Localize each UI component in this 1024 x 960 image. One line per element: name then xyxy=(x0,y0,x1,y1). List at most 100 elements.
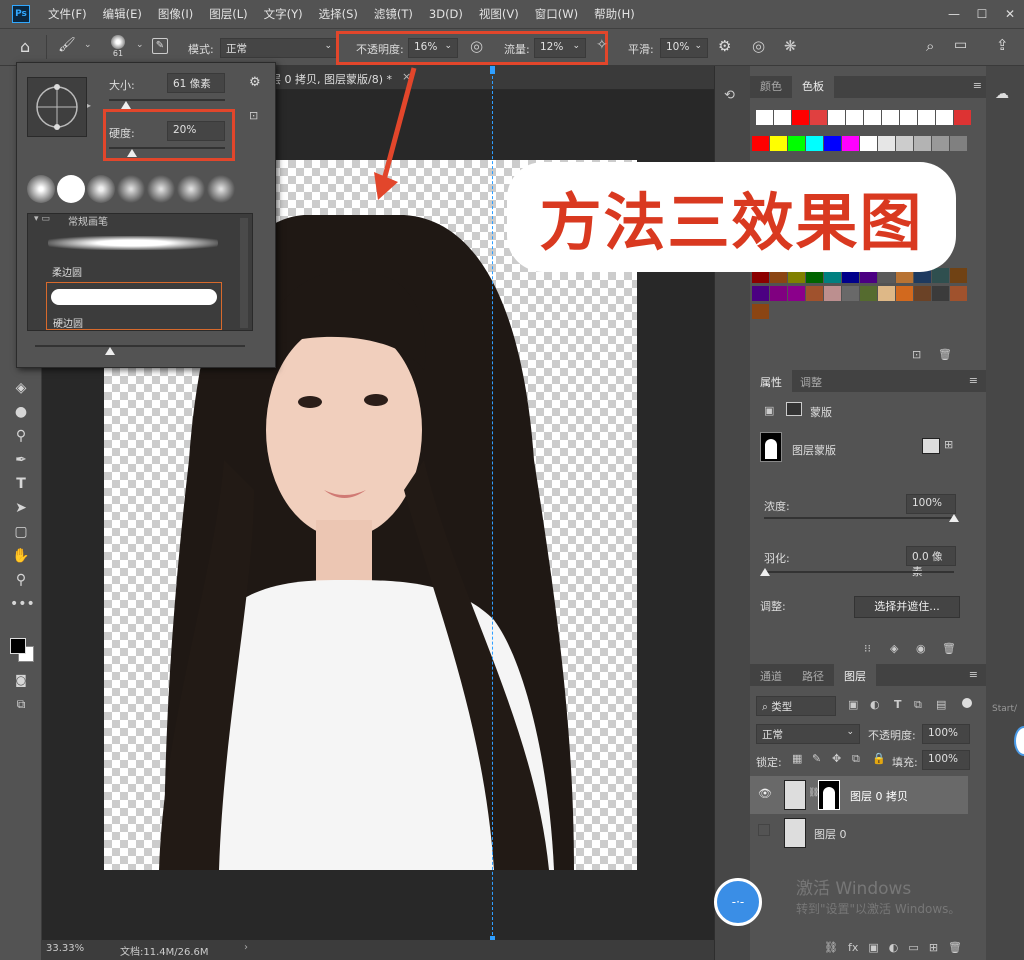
menu-layer[interactable]: 图层(L) xyxy=(201,6,255,22)
layer-filter-select[interactable]: ⌕ 类型 xyxy=(756,696,836,716)
color-swatch[interactable] xyxy=(860,136,877,151)
brush-list-scrollbar[interactable] xyxy=(240,218,248,328)
flow-field[interactable]: 12% ⌄ xyxy=(534,38,586,58)
menu-help[interactable]: 帮助(H) xyxy=(586,6,643,22)
tab-color[interactable]: 颜色 xyxy=(750,74,792,98)
load-selection-icon[interactable]: ⁝⁝ xyxy=(864,642,871,655)
folder-expand-icon[interactable]: ▾ ▭ xyxy=(34,214,50,224)
fx-icon[interactable]: fx xyxy=(848,941,858,954)
share-icon[interactable]: ⇪ xyxy=(996,36,1009,54)
color-swatch[interactable] xyxy=(774,110,791,125)
menu-window[interactable]: 窗口(W) xyxy=(527,6,586,22)
color-swatch[interactable] xyxy=(878,136,895,151)
menu-3d[interactable]: 3D(D) xyxy=(421,7,471,21)
add-vector-mask-icon[interactable]: ⊞ xyxy=(944,438,953,451)
panel-menu-icon[interactable]: ≡ xyxy=(969,374,978,387)
new-swatch-icon[interactable]: ⊡ xyxy=(912,348,921,361)
color-swatch[interactable] xyxy=(936,110,953,125)
feather-slider-handle[interactable] xyxy=(760,568,770,576)
lock-all-icon[interactable]: 🔒 xyxy=(872,752,886,765)
color-swatch[interactable] xyxy=(918,110,935,125)
tab-layers[interactable]: 图层 xyxy=(834,664,876,686)
rectangle-tool-icon[interactable]: ▢ xyxy=(10,522,32,542)
layer-row-selected[interactable]: 👁 ⛓ 图层 0 拷贝 xyxy=(750,776,968,814)
lock-pixels-icon[interactable]: ✎ xyxy=(812,752,821,765)
floating-circle-button[interactable] xyxy=(1014,726,1024,756)
opacity-field[interactable]: 16% ⌄ xyxy=(408,38,458,58)
smoothing-field[interactable]: 10% ⌄ xyxy=(660,38,708,58)
hand-tool-icon[interactable]: ✋ xyxy=(10,546,32,566)
color-swatch[interactable] xyxy=(770,286,787,301)
layer-name[interactable]: 图层 0 xyxy=(814,826,847,842)
foreground-color-swatch[interactable] xyxy=(10,638,26,654)
color-swatch[interactable] xyxy=(932,286,949,301)
pressure-opacity-icon[interactable]: ◎ xyxy=(470,37,483,55)
brush-preset-picker[interactable]: 61 xyxy=(106,33,130,63)
density-field[interactable]: 100% xyxy=(906,494,956,514)
color-swatch[interactable] xyxy=(846,110,863,125)
tab-adjustments[interactable]: 调整 xyxy=(790,370,832,394)
chevron-down-icon[interactable]: ⌄ xyxy=(84,40,92,50)
hard-brush-item-selected[interactable]: 硬边圆 xyxy=(46,282,222,330)
fill-field[interactable]: 100% xyxy=(922,750,970,770)
preview-size-slider-track[interactable] xyxy=(35,345,245,347)
add-mask-icon[interactable]: ▣ xyxy=(868,941,878,954)
brush-tip-pressure-3[interactable] xyxy=(177,175,205,203)
new-layer-icon[interactable]: ⊞ xyxy=(929,941,938,954)
size-field[interactable]: 61 像素 xyxy=(167,73,225,93)
blend-mode-select[interactable]: 正常 ⌄ xyxy=(756,724,860,744)
link-layers-icon[interactable]: ⛓ xyxy=(824,941,838,954)
color-swatch[interactable] xyxy=(878,286,895,301)
dodge-tool-icon[interactable]: ⚲ xyxy=(10,426,32,446)
menu-select[interactable]: 选择(S) xyxy=(311,6,366,22)
color-swatch[interactable] xyxy=(828,110,845,125)
chevron-right-icon[interactable]: › xyxy=(244,942,248,953)
color-swatch[interactable] xyxy=(756,110,773,125)
color-swatch[interactable] xyxy=(896,286,913,301)
floating-assistant-button[interactable]: -·- xyxy=(714,878,762,926)
tab-paths[interactable]: 路径 xyxy=(792,664,834,688)
apply-mask-icon[interactable]: ◈ xyxy=(890,642,898,655)
color-swatch[interactable] xyxy=(770,268,787,283)
filter-type-icon[interactable]: T xyxy=(894,698,902,711)
color-swatch[interactable] xyxy=(950,268,967,283)
brush-tip-hard[interactable] xyxy=(57,175,85,203)
brush-tip-pressure-4[interactable] xyxy=(207,175,235,203)
menu-view[interactable]: 视图(V) xyxy=(471,6,527,22)
folder-icon[interactable]: ▭ xyxy=(908,941,918,954)
panel-menu-icon[interactable]: ≡ xyxy=(973,79,982,92)
color-swatch[interactable] xyxy=(770,136,787,151)
color-swatch[interactable] xyxy=(824,268,841,283)
brush-settings-icon[interactable]: ✎ xyxy=(152,38,168,54)
brush-tip-soft[interactable] xyxy=(27,175,55,203)
creative-cloud-icon[interactable]: ☁ xyxy=(995,86,1009,102)
panel-menu-icon[interactable]: ≡ xyxy=(969,668,978,681)
color-swatch[interactable] xyxy=(792,110,809,125)
tab-swatches[interactable]: 色板 xyxy=(792,74,834,98)
feather-slider-track[interactable] xyxy=(764,571,954,573)
menu-image[interactable]: 图像(I) xyxy=(150,6,201,22)
color-swatch[interactable] xyxy=(842,286,859,301)
brush-tip-soft-2[interactable] xyxy=(87,175,115,203)
quick-mask-icon[interactable]: ◙ xyxy=(10,670,32,690)
density-slider-track[interactable] xyxy=(764,517,954,519)
zoom-tool-icon[interactable]: ⚲ xyxy=(10,570,32,590)
zoom-level[interactable]: 33.33% xyxy=(46,943,84,954)
tab-properties[interactable]: 属性 xyxy=(750,370,792,392)
eye-icon[interactable]: 👁 xyxy=(758,787,772,800)
color-swatch[interactable] xyxy=(914,268,931,283)
color-swatch[interactable] xyxy=(806,268,823,283)
layer-row[interactable]: 图层 0 xyxy=(750,814,968,852)
filter-adjustment-icon[interactable]: ◐ xyxy=(870,698,880,711)
trash-icon[interactable]: 🗑 xyxy=(942,642,956,655)
color-swatch[interactable] xyxy=(950,286,967,301)
lock-artboard-icon[interactable]: ⧉ xyxy=(852,752,860,766)
brush-tool-icon[interactable]: 🖌 xyxy=(58,37,76,53)
color-swatch[interactable] xyxy=(806,136,823,151)
color-swatch[interactable] xyxy=(864,110,881,125)
color-swatch[interactable] xyxy=(914,136,931,151)
filter-pixel-icon[interactable]: ▣ xyxy=(848,698,858,711)
color-swatch[interactable] xyxy=(824,136,841,151)
layer-mask-thumbnail[interactable] xyxy=(818,780,840,810)
color-swatch[interactable] xyxy=(860,286,877,301)
